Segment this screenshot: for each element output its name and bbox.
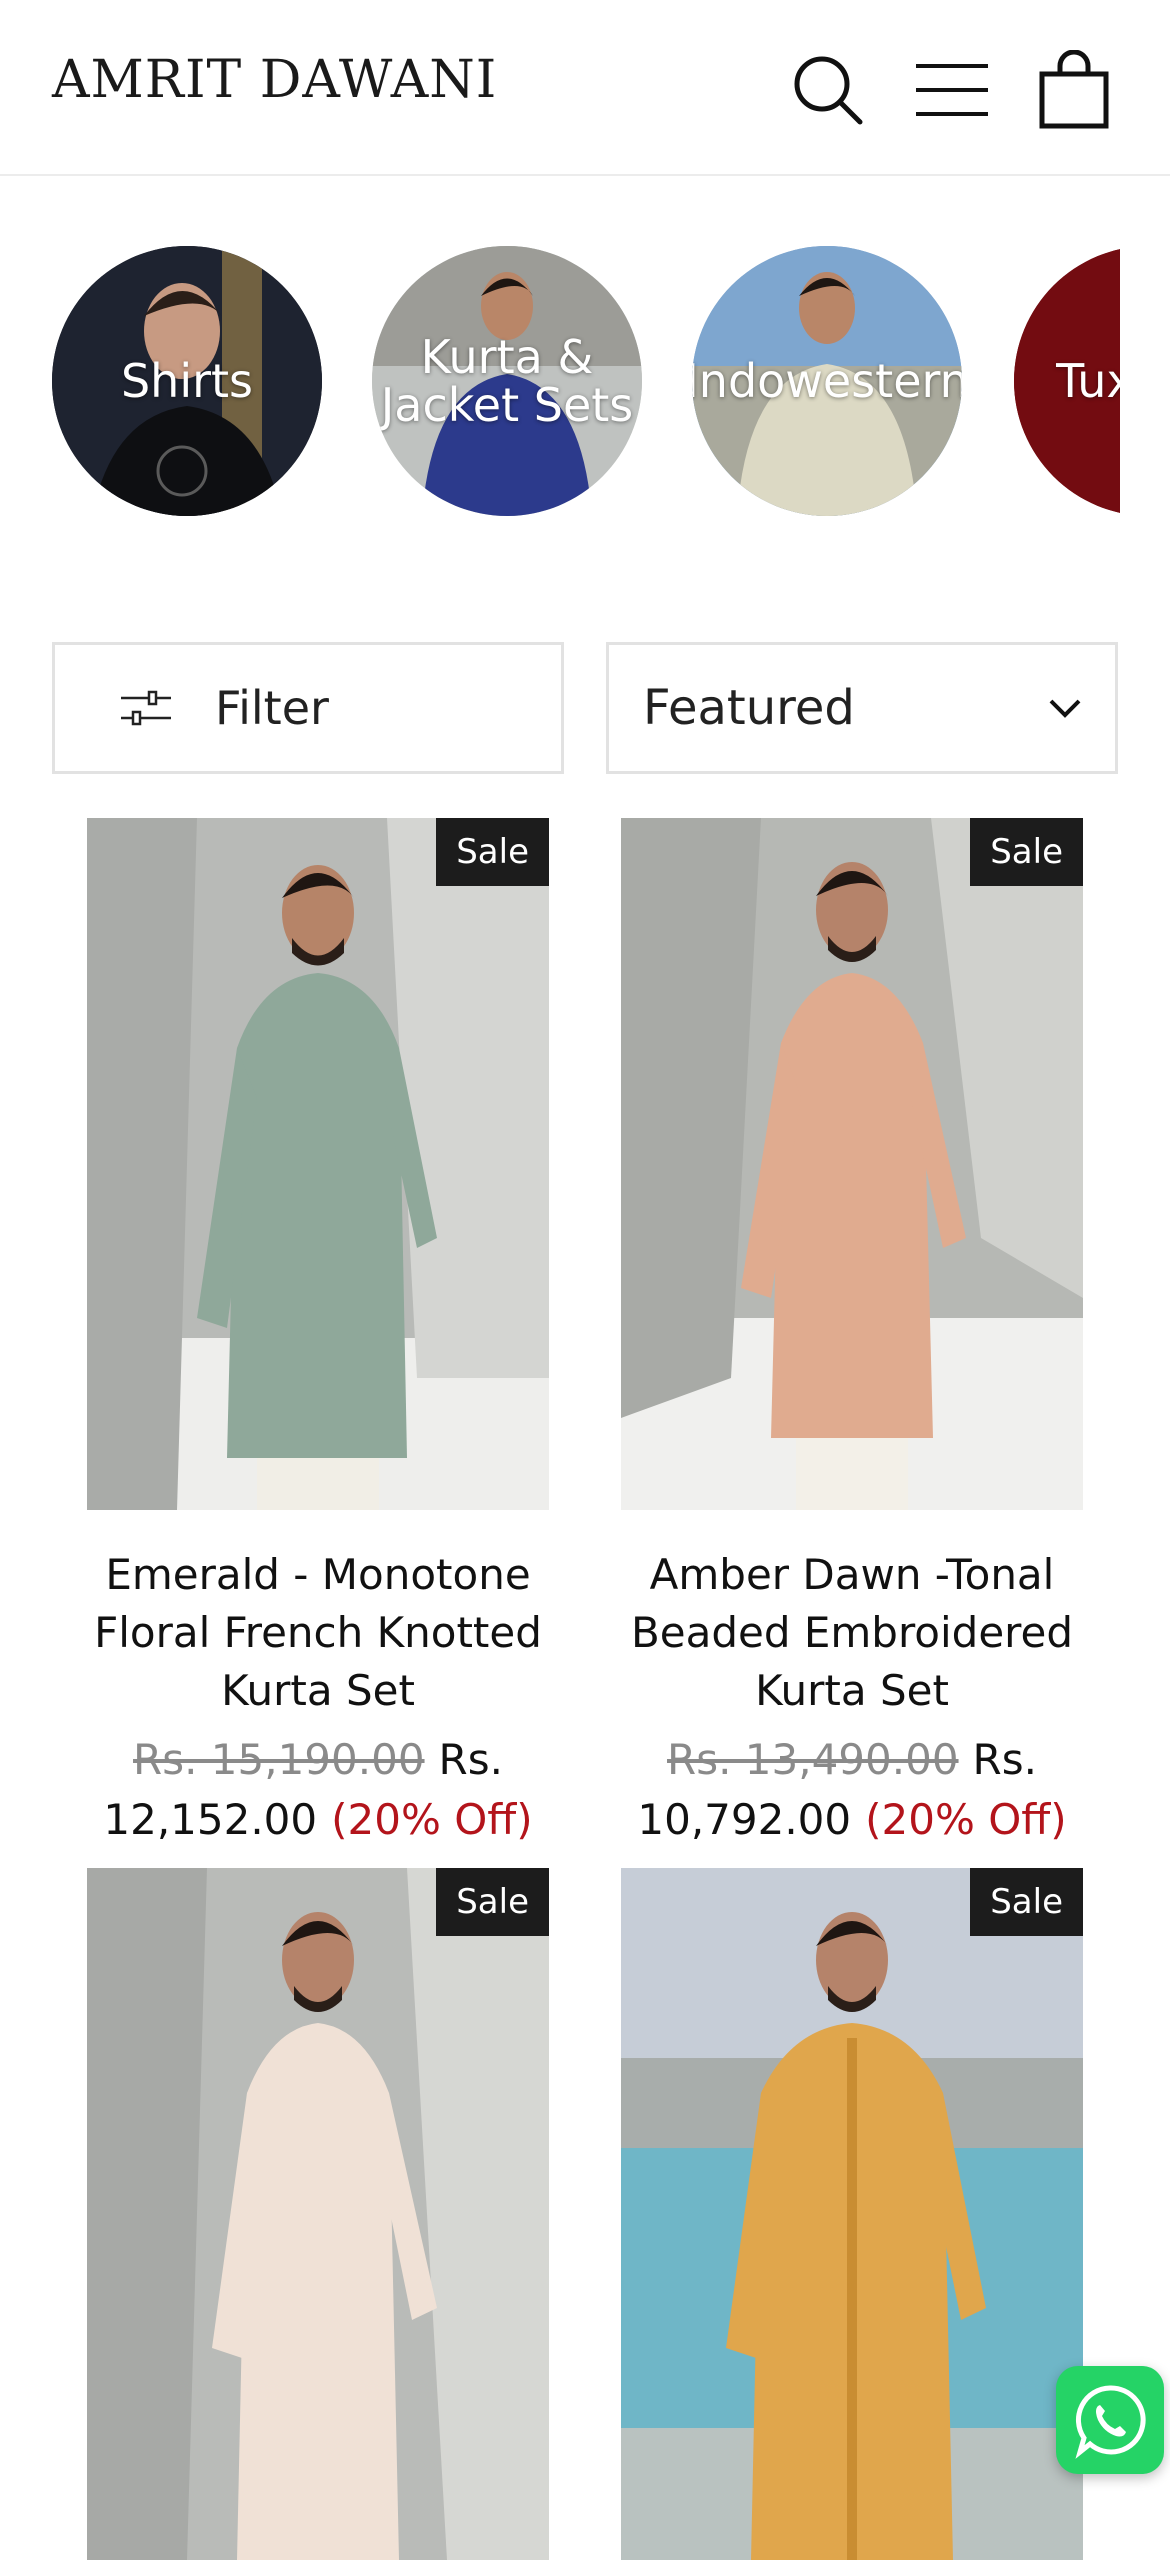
collection-kurta-jacket-sets[interactable]: Kurta & Jacket Sets	[372, 246, 642, 516]
product-image[interactable]: Sale	[87, 818, 549, 1510]
sort-select[interactable]: Featured	[606, 642, 1118, 774]
collection-label: Indowestern	[692, 354, 962, 408]
product-image[interactable]: Sale	[87, 1868, 549, 2560]
cart-icon	[1039, 49, 1109, 129]
brand-logo[interactable]: AMRIT DAWANI	[52, 50, 497, 110]
original-price: Rs. 15,190.00	[133, 1735, 425, 1784]
whatsapp-icon	[1075, 2385, 1146, 2459]
product-card[interactable]: Sale Emerald - Monotone Floral French Kn…	[87, 818, 549, 1850]
collection-shirts[interactable]: Shirts	[52, 246, 322, 516]
product-title[interactable]: Amber Dawn -Tonal Beaded Embroidered Kur…	[621, 1546, 1083, 1720]
product-card[interactable]: Sale	[621, 1868, 1083, 2560]
collection-label: Tuxedos	[1056, 354, 1120, 408]
site-header: AMRIT DAWANI	[0, 0, 1170, 176]
search-icon	[794, 56, 863, 125]
collection-indowestern[interactable]: Indowestern	[692, 246, 962, 516]
product-price: Rs. 13,490.00 Rs. 10,792.00 (20% Off)	[621, 1730, 1083, 1850]
product-photo	[621, 1868, 1083, 2560]
collection-tuxedos[interactable]: Tuxedos	[1014, 246, 1120, 516]
original-price: Rs. 13,490.00	[667, 1735, 959, 1784]
sort-value: Featured	[643, 680, 855, 736]
sale-badge: Sale	[436, 818, 549, 886]
sale-badge: Sale	[970, 818, 1083, 886]
collection-carousel[interactable]: Shirts Kurta & Jacket Sets Indowestern T…	[0, 240, 1120, 530]
filter-button[interactable]: Filter	[52, 642, 564, 774]
collection-label: Shirts	[120, 354, 254, 408]
product-image[interactable]: Sale	[621, 1868, 1083, 2560]
discount-label: (20% Off)	[865, 1795, 1067, 1844]
filter-sliders-icon	[121, 690, 171, 726]
product-photo	[87, 1868, 549, 2560]
collection-label: Kurta & Jacket Sets	[380, 330, 634, 432]
product-photo	[87, 818, 549, 1510]
product-photo	[621, 818, 1083, 1510]
product-image[interactable]: Sale	[621, 818, 1083, 1510]
sale-badge: Sale	[970, 1868, 1083, 1936]
product-price: Rs. 15,190.00 Rs. 12,152.00 (20% Off)	[87, 1730, 549, 1850]
filter-label: Filter	[215, 681, 329, 735]
product-card[interactable]: Sale Amber Dawn -Tonal Beaded Embroidere…	[621, 818, 1083, 1850]
cart-button[interactable]	[1034, 49, 1114, 130]
whatsapp-button[interactable]	[1056, 2366, 1164, 2474]
search-button[interactable]	[788, 50, 868, 130]
menu-icon	[916, 64, 988, 116]
kurta-shape	[227, 973, 407, 1458]
product-card[interactable]: Sale	[87, 1868, 549, 2560]
product-title[interactable]: Emerald - Monotone Floral French Knotted…	[87, 1546, 549, 1720]
sale-badge: Sale	[436, 1868, 549, 1936]
chevron-down-icon	[1049, 699, 1081, 718]
menu-button[interactable]	[912, 50, 992, 130]
kurta-shape	[237, 2023, 399, 2560]
discount-label: (20% Off)	[331, 1795, 533, 1844]
kurta-shape	[771, 973, 933, 1438]
